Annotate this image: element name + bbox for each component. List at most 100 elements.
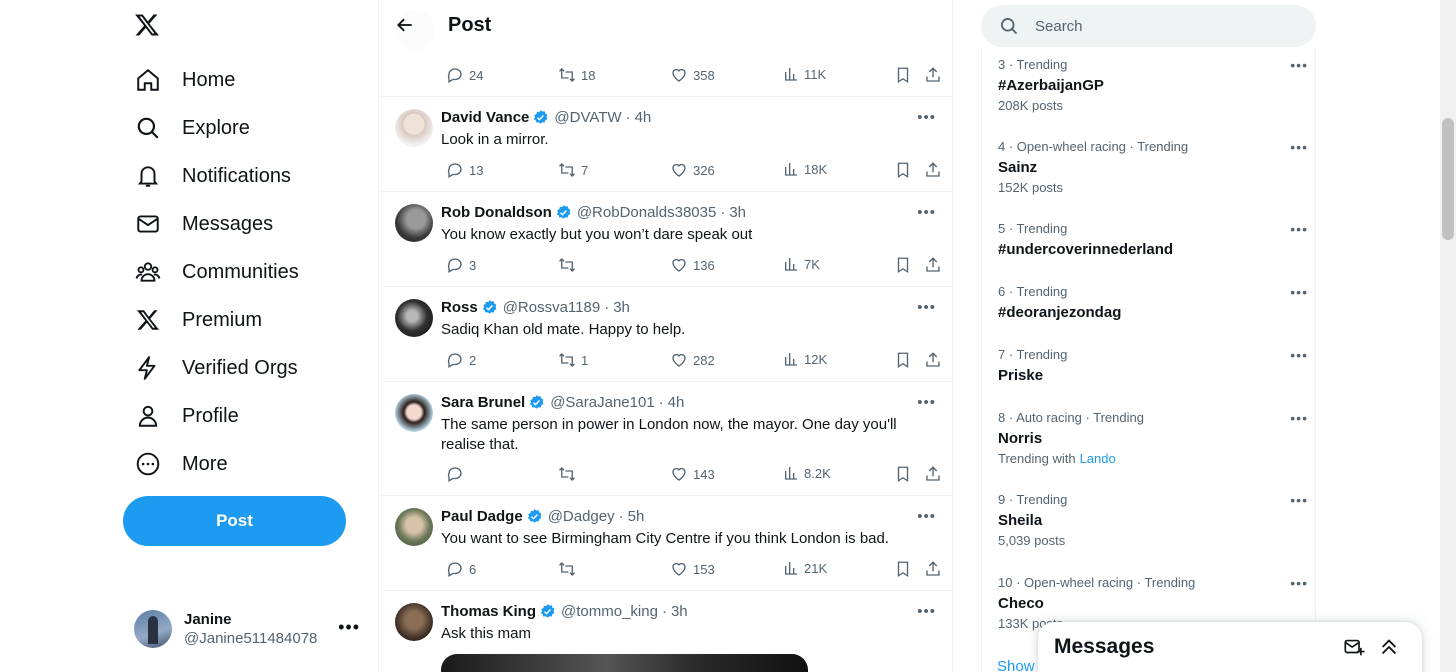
nav-more[interactable]: More — [126, 442, 236, 486]
views-button[interactable]: 18K — [778, 161, 827, 177]
avatar[interactable] — [395, 204, 433, 242]
more-horizontal-icon[interactable]: ••• — [917, 109, 936, 126]
reply-tweet[interactable]: Ross @Rossva1189 · 3h ••• Sadiq Khan old… — [379, 287, 952, 382]
reply-tweet[interactable]: Sara Brunel @SaraJane101 · 4h ••• The sa… — [379, 382, 952, 496]
trend-item[interactable]: 7 · Trending Priske ••• — [998, 347, 1308, 384]
trend-item[interactable]: 3 · Trending #AzerbaijanGP 208K posts ••… — [998, 57, 1308, 113]
more-horizontal-icon[interactable]: ••• — [917, 394, 936, 411]
nav-messages[interactable]: Messages — [126, 202, 281, 246]
timestamp[interactable]: 4h — [635, 109, 652, 126]
like-button[interactable]: 136 — [665, 256, 715, 274]
reply-tweet[interactable]: Paul Dadge @Dadgey · 5h ••• You want to … — [379, 496, 952, 591]
reply-button[interactable]: 13 — [441, 161, 483, 179]
share-button[interactable] — [919, 161, 942, 179]
more-horizontal-icon[interactable]: ••• — [1290, 575, 1308, 591]
nav-verified-orgs[interactable]: Verified Orgs — [126, 346, 306, 390]
repost-button[interactable] — [553, 465, 581, 483]
author-name[interactable]: Ross — [441, 299, 478, 316]
like-button[interactable]: 326 — [665, 161, 715, 179]
views-button[interactable]: 7K — [778, 256, 820, 272]
more-horizontal-icon[interactable]: ••• — [1290, 347, 1308, 363]
views-button[interactable]: 11K — [778, 66, 826, 82]
share-button[interactable] — [919, 351, 942, 369]
trend-item[interactable]: 5 · Trending #undercoverinnederland ••• — [998, 221, 1308, 258]
bookmark-button[interactable] — [889, 161, 912, 179]
avatar[interactable] — [395, 299, 433, 337]
back-arrow-icon[interactable] — [387, 7, 423, 43]
more-horizontal-icon[interactable]: ••• — [1290, 57, 1308, 73]
repost-button[interactable]: 18 — [553, 66, 595, 84]
trend-with-link[interactable]: Lando — [1080, 451, 1116, 466]
timestamp[interactable]: 5h — [628, 508, 645, 525]
views-button[interactable]: 8.2K — [778, 465, 831, 481]
reply-button[interactable]: 3 — [441, 256, 476, 274]
timestamp[interactable]: 4h — [668, 394, 685, 411]
search-box[interactable] — [981, 5, 1316, 47]
trend-item[interactable]: 6 · Trending #deoranjezondag ••• — [998, 284, 1308, 321]
like-button[interactable]: 358 — [665, 66, 715, 84]
trend-item[interactable]: 9 · Trending Sheila 5,039 posts ••• — [998, 492, 1308, 548]
author-name[interactable]: Rob Donaldson — [441, 204, 552, 221]
like-button[interactable]: 282 — [665, 351, 715, 369]
like-button[interactable]: 143 — [665, 465, 715, 483]
reply-tweet[interactable]: David Vance @DVATW · 4h ••• Look in a mi… — [379, 97, 952, 192]
repost-button[interactable]: 1 — [553, 351, 588, 369]
nav-communities[interactable]: Communities — [126, 250, 307, 294]
repost-button[interactable] — [553, 256, 581, 274]
chevron-up-icon[interactable] — [1378, 636, 1400, 663]
nav-profile[interactable]: Profile — [126, 394, 247, 438]
author-name[interactable]: Paul Dadge — [441, 508, 523, 525]
bookmark-button[interactable] — [889, 66, 912, 84]
like-button[interactable]: 153 — [665, 560, 715, 578]
timestamp[interactable]: 3h — [729, 204, 746, 221]
trend-item[interactable]: 4 · Open-wheel racing · Trending Sainz 1… — [998, 139, 1308, 195]
views-button[interactable]: 12K — [778, 351, 827, 367]
timestamp[interactable]: 3h — [613, 299, 630, 316]
account-switcher[interactable]: Janine @Janine511484078 ••• — [126, 603, 370, 655]
reply-tweet[interactable]: Thomas King @tommo_king · 3h ••• Ask thi… — [379, 591, 952, 672]
more-horizontal-icon[interactable]: ••• — [1290, 139, 1308, 155]
new-message-icon[interactable] — [1343, 636, 1365, 663]
views-button[interactable]: 21K — [778, 560, 827, 576]
share-button[interactable] — [919, 465, 942, 483]
bookmark-button[interactable] — [889, 465, 912, 483]
repost-button[interactable]: 7 — [553, 161, 588, 179]
share-button[interactable] — [919, 66, 942, 84]
more-horizontal-icon[interactable]: ••• — [917, 508, 936, 525]
more-horizontal-icon[interactable]: ••• — [917, 204, 936, 221]
share-button[interactable] — [919, 560, 942, 578]
bookmark-button[interactable] — [889, 256, 912, 274]
more-horizontal-icon[interactable]: ••• — [1290, 221, 1308, 237]
more-horizontal-icon[interactable]: ••• — [1290, 410, 1308, 426]
messages-drawer[interactable]: Messages — [1038, 622, 1422, 672]
author-name[interactable]: Thomas King — [441, 603, 536, 620]
share-button[interactable] — [919, 256, 942, 274]
show-more-link[interactable]: Show — [997, 658, 1035, 672]
bookmark-button[interactable] — [889, 560, 912, 578]
timestamp[interactable]: 3h — [671, 603, 688, 620]
more-horizontal-icon[interactable]: ••• — [1290, 284, 1308, 300]
nav-home[interactable]: Home — [126, 58, 243, 102]
repost-button[interactable] — [553, 560, 581, 578]
nav-notifications[interactable]: Notifications — [126, 154, 299, 198]
x-logo-icon[interactable] — [130, 8, 164, 42]
author-name[interactable]: Sara Brunel — [441, 394, 525, 411]
nav-explore[interactable]: Explore — [126, 106, 258, 150]
bookmark-button[interactable] — [889, 351, 912, 369]
more-horizontal-icon[interactable]: ••• — [1290, 492, 1308, 508]
scrollbar-thumb[interactable] — [1442, 118, 1454, 240]
nav-premium[interactable]: Premium — [126, 298, 270, 342]
more-horizontal-icon[interactable]: ••• — [338, 617, 360, 638]
post-button[interactable]: Post — [123, 496, 346, 546]
more-horizontal-icon[interactable]: ••• — [917, 603, 936, 620]
reply-tweet[interactable]: Rob Donaldson @RobDonalds38035 · 3h ••• … — [379, 192, 952, 287]
more-horizontal-icon[interactable]: ••• — [917, 299, 936, 316]
reply-button[interactable]: 6 — [441, 560, 476, 578]
search-input[interactable] — [1035, 17, 1295, 35]
reply-button[interactable]: 24 — [441, 66, 483, 84]
trend-item[interactable]: 8 · Auto racing · Trending Norris Trendi… — [998, 410, 1308, 466]
avatar[interactable] — [395, 394, 433, 432]
page-scrollbar[interactable] — [1440, 0, 1456, 672]
avatar[interactable] — [395, 603, 433, 641]
reply-button[interactable]: 2 — [441, 351, 476, 369]
